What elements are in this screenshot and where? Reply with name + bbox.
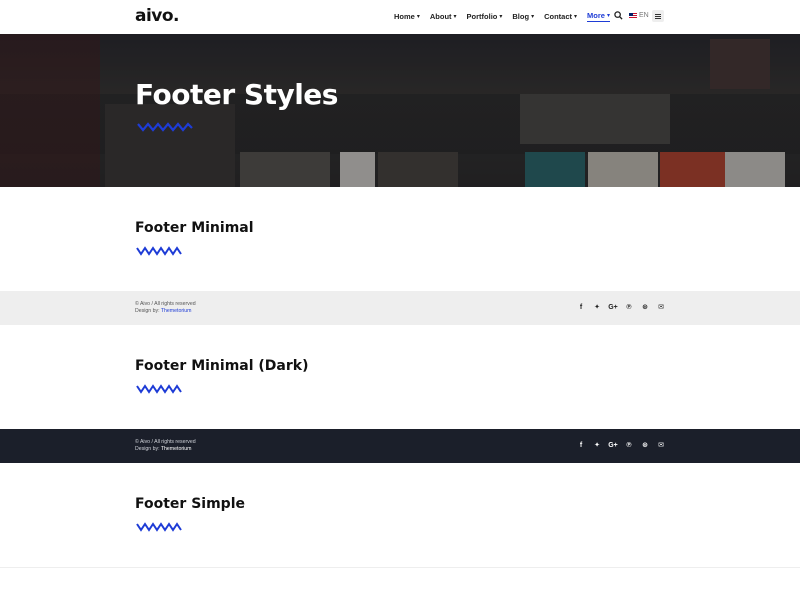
nav-contact-label: Contact — [544, 12, 572, 21]
footer-copyright-block: © Aivo / All rights reserved Design by: … — [135, 301, 196, 315]
footer-credits: Design by: Themetorium — [135, 308, 196, 315]
email-icon[interactable]: ✉ — [653, 303, 669, 312]
section-zigzag-divider — [136, 384, 182, 394]
nav-more[interactable]: More ▾ — [587, 11, 610, 22]
chevron-down-icon: ▾ — [499, 14, 503, 20]
chevron-down-icon: ▾ — [453, 14, 457, 20]
nav-about[interactable]: About ▾ — [430, 11, 457, 22]
footer-copyright-block: © Aivo / All rights reserved Design by: … — [135, 439, 196, 453]
footer-credits-prefix: Design by: — [135, 308, 161, 314]
dribbble-icon[interactable]: ⊛ — [637, 303, 653, 312]
social-links: f ✦ G+ ℗ ⊛ ✉ — [573, 441, 669, 450]
chevron-down-icon: ▾ — [606, 13, 610, 19]
menu-icon[interactable] — [652, 10, 664, 22]
search-icon[interactable] — [614, 11, 623, 20]
site-header: aivo. Home ▾ About ▾ Portfolio ▾ Blog ▾ Cont… — [0, 0, 800, 34]
social-links: f ✦ G+ ℗ ⊛ ✉ — [573, 303, 669, 312]
chevron-down-icon: ▾ — [531, 14, 535, 20]
section-zigzag-divider — [136, 246, 182, 256]
facebook-icon[interactable]: f — [573, 303, 589, 312]
facebook-icon[interactable]: f — [573, 441, 589, 450]
footer-credits-link[interactable]: Themetorium — [161, 446, 192, 452]
main-nav: Home ▾ About ▾ Portfolio ▾ Blog ▾ Contact ▾ M… — [394, 11, 620, 22]
pinterest-icon[interactable]: ℗ — [621, 303, 637, 312]
google-plus-icon[interactable]: G+ — [605, 303, 621, 312]
chevron-down-icon: ▾ — [416, 14, 420, 20]
hero-overlay — [0, 34, 800, 187]
footer-minimal-light: © Aivo / All rights reserved Design by: … — [0, 291, 800, 325]
nav-portfolio[interactable]: Portfolio ▾ — [467, 11, 503, 22]
nav-contact[interactable]: Contact ▾ — [544, 11, 577, 22]
section-title-minimal: Footer Minimal — [135, 220, 254, 236]
pinterest-icon[interactable]: ℗ — [621, 441, 637, 450]
flag-icon — [629, 13, 637, 18]
nav-blog-label: Blog — [512, 12, 530, 21]
nav-blog[interactable]: Blog ▾ — [512, 11, 534, 22]
chevron-down-icon: ▾ — [574, 14, 578, 20]
twitter-icon[interactable]: ✦ — [589, 303, 605, 312]
nav-home-label: Home — [394, 12, 415, 21]
footer-copyright: © Aivo / All rights reserved — [135, 301, 196, 307]
footer-minimal-dark: © Aivo / All rights reserved Design by: … — [0, 429, 800, 463]
footer-copyright: © Aivo / All rights reserved — [135, 439, 196, 445]
language-switcher[interactable]: EN — [629, 12, 649, 19]
dribbble-icon[interactable]: ⊛ — [637, 441, 653, 450]
twitter-icon[interactable]: ✦ — [589, 441, 605, 450]
logo[interactable]: aivo. — [135, 6, 180, 26]
nav-home[interactable]: Home ▾ — [394, 11, 420, 22]
footer-credits: Design by: Themetorium — [135, 446, 196, 453]
nav-more-label: More — [587, 11, 605, 20]
google-plus-icon[interactable]: G+ — [605, 441, 621, 450]
nav-about-label: About — [429, 12, 452, 21]
title-zigzag-divider — [137, 122, 193, 132]
hero-banner: Footer Styles — [0, 34, 800, 187]
footer-credits-link[interactable]: Themetorium — [161, 308, 192, 314]
section-title-minimal-dark: Footer Minimal (Dark) — [135, 358, 309, 374]
footer-simple-divider — [0, 567, 800, 568]
page-title: Footer Styles — [135, 78, 338, 111]
section-title-simple: Footer Simple — [135, 496, 245, 512]
section-zigzag-divider — [136, 522, 182, 532]
footer-credits-prefix: Design by: — [135, 446, 161, 452]
nav-portfolio-label: Portfolio — [466, 12, 498, 21]
email-icon[interactable]: ✉ — [653, 441, 669, 450]
language-label: EN — [639, 12, 649, 19]
